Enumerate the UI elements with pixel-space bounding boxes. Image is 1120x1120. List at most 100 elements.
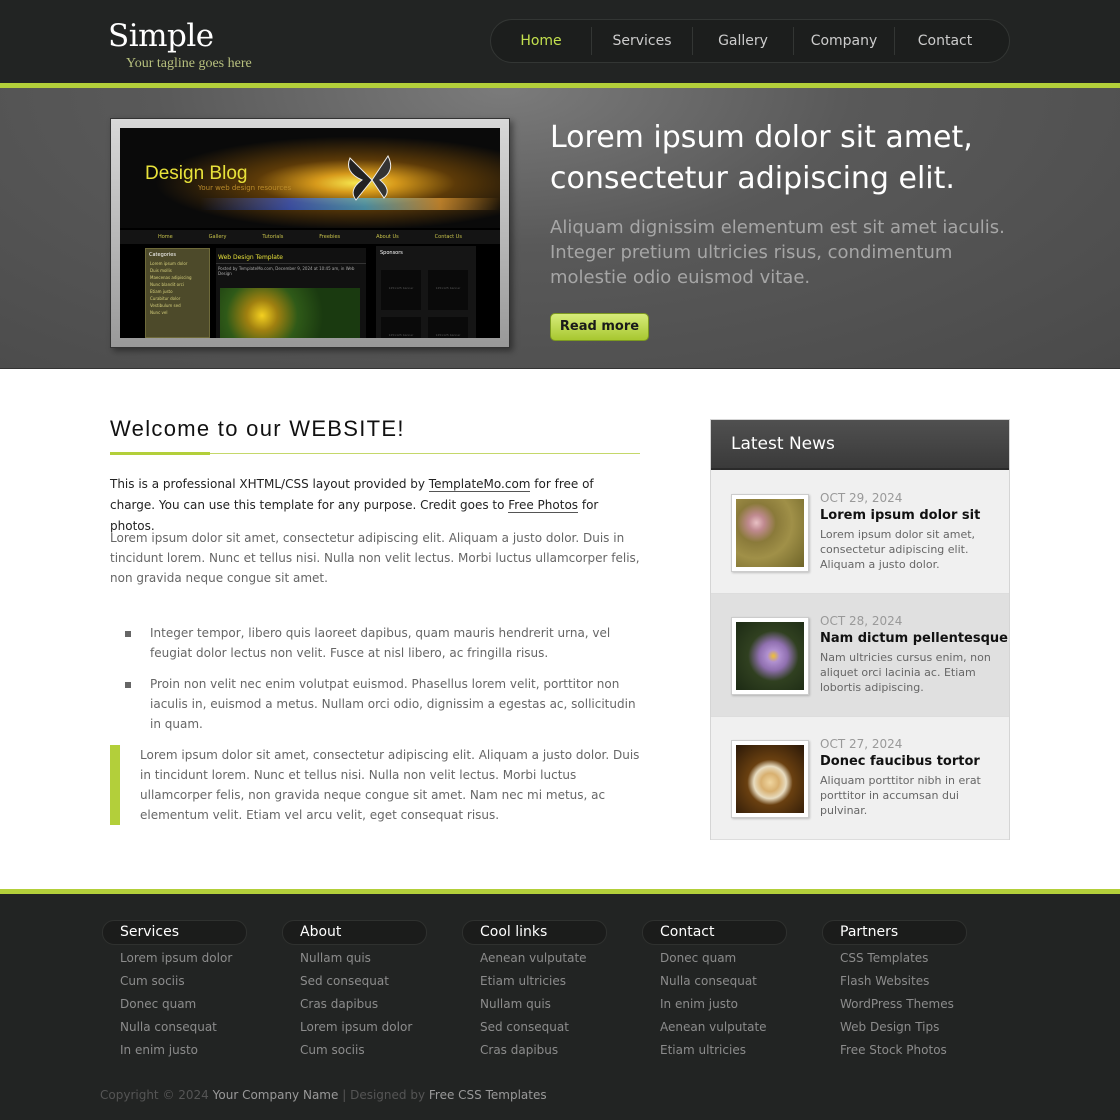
- copyright: Copyright © 2024 Your Company Name | Des…: [100, 1088, 547, 1102]
- footer-link[interactable]: Nulla consequat: [642, 974, 792, 991]
- hero-text: Aliquam dignissim elementum est sit amet…: [550, 217, 1005, 288]
- read-more-button[interactable]: Read more: [550, 313, 649, 341]
- footer-link[interactable]: Aenean vulputate: [642, 1020, 792, 1037]
- footer-link[interactable]: Sed consequat: [462, 1020, 612, 1037]
- title-underline-accent: [110, 452, 210, 455]
- preview-blog-subtitle: Your web design resources: [198, 184, 292, 192]
- blockquote-bar: [110, 745, 120, 825]
- footer-link[interactable]: Donec quam: [642, 951, 792, 968]
- nav-contact[interactable]: Contact: [895, 33, 995, 49]
- news-thumbnail[interactable]: [731, 740, 809, 818]
- preview-sponsor-box: 125x125 banner: [381, 270, 421, 310]
- hero-preview-frame: Design Blog Your web design resources Ho…: [110, 118, 510, 348]
- company-link[interactable]: Your Company Name: [213, 1088, 339, 1102]
- footer-link[interactable]: Cum sociis: [102, 974, 252, 991]
- footer-link[interactable]: Flash Websites: [822, 974, 972, 991]
- footer-column-cool-links: Cool links Aenean vulputate Etiam ultric…: [462, 920, 612, 1060]
- bullet-icon: [125, 682, 131, 688]
- footer-link[interactable]: In enim justo: [642, 997, 792, 1014]
- copyright-text: Copyright © 2024: [100, 1088, 209, 1102]
- footer-link[interactable]: Etiam ultricies: [642, 1043, 792, 1060]
- preview-post: Web Design Template Posted by TemplateMo…: [216, 248, 366, 338]
- news-date: OCT 29, 2024: [820, 491, 903, 505]
- preview-nav-item: Freebies: [319, 234, 341, 240]
- coffee-image: [736, 745, 804, 813]
- nav-company[interactable]: Company: [794, 33, 894, 49]
- footer-link[interactable]: WordPress Themes: [822, 997, 972, 1014]
- nav-home[interactable]: Home: [491, 33, 591, 49]
- footer-link[interactable]: Sed consequat: [282, 974, 432, 991]
- preview-category: Vestibulum sed: [150, 303, 181, 308]
- preview-category: Duis mollis: [150, 268, 172, 273]
- preview-post-image: [220, 288, 360, 338]
- preview-blog-title: Design Blog: [145, 163, 248, 184]
- list-item: Integer tempor, libero quis laoreet dapi…: [150, 626, 611, 660]
- hero-heading: Lorem ipsum dolor sit amet, consectetur …: [550, 120, 973, 196]
- news-title[interactable]: Lorem ipsum dolor sit: [820, 508, 980, 523]
- news-excerpt: Aliquam porttitor nibh in erat porttitor…: [820, 774, 981, 817]
- preview-category: Lorem ipsum dolor: [150, 261, 188, 266]
- footer-link[interactable]: Nullam quis: [282, 951, 432, 968]
- preview-sponsor-box: 125x125 banner: [381, 317, 421, 338]
- preview-nav-item: Contact Us: [434, 234, 462, 240]
- preview-sponsor-box: 125x125 banner: [428, 270, 468, 310]
- preview-categories-title: Categories: [149, 252, 176, 258]
- butterfly-icon: [348, 155, 392, 201]
- intro-text: This is a professional XHTML/CSS layout …: [110, 477, 429, 491]
- preview-category: Etiam justo: [150, 289, 173, 294]
- preview-nav-item: Gallery: [208, 234, 227, 240]
- latest-news-title: Latest News: [711, 420, 1009, 470]
- news-title[interactable]: Nam dictum pellentesque: [820, 631, 1008, 646]
- body-paragraph: Lorem ipsum dolor sit amet, consectetur …: [110, 531, 640, 585]
- news-title[interactable]: Donec faucibus tortor: [820, 754, 980, 769]
- footer-link[interactable]: Cum sociis: [282, 1043, 432, 1060]
- footer-link[interactable]: Cras dapibus: [462, 1043, 612, 1060]
- footer-column-title: Cool links: [462, 920, 607, 945]
- footer-column-title: About: [282, 920, 427, 945]
- footer-link[interactable]: Free Stock Photos: [822, 1043, 972, 1060]
- preview-sponsor-box: 125x125 banner: [428, 317, 468, 338]
- footer-link[interactable]: Nulla consequat: [102, 1020, 252, 1037]
- free-photos-link[interactable]: Free Photos: [508, 498, 579, 513]
- news-date: OCT 28, 2024: [820, 614, 903, 628]
- designer-link[interactable]: Free CSS Templates: [429, 1088, 547, 1102]
- news-item[interactable]: OCT 27, 2024 Donec faucibus tortor Aliqu…: [711, 717, 1009, 840]
- designed-by-text: | Designed by: [342, 1088, 426, 1102]
- nav-services[interactable]: Services: [592, 33, 692, 49]
- footer-column-partners: Partners CSS Templates Flash Websites Wo…: [822, 920, 972, 1060]
- footer-link[interactable]: Lorem ipsum dolor: [282, 1020, 432, 1037]
- preview-nav-item: Home: [157, 234, 173, 240]
- nav-gallery[interactable]: Gallery: [693, 33, 793, 49]
- news-excerpt: Nam ultricies cursus enim, non aliquet o…: [820, 651, 991, 694]
- news-item[interactable]: OCT 28, 2024 Nam dictum pellentesque Nam…: [711, 594, 1009, 717]
- footer-link[interactable]: Cras dapibus: [282, 997, 432, 1014]
- preview-post-title: Web Design Template: [216, 248, 366, 264]
- footer-link[interactable]: Lorem ipsum dolor: [102, 951, 252, 968]
- footer-column-title: Services: [102, 920, 247, 945]
- preview-category: Curabitur dolor: [150, 296, 181, 301]
- news-thumbnail[interactable]: [731, 494, 809, 572]
- logo-tagline: Your tagline goes here: [126, 56, 252, 71]
- preview-category: Maecenas adipiscing: [150, 275, 192, 280]
- preview-post-meta: Posted by TemplateMo.com, December 9, 20…: [218, 266, 355, 276]
- footer-link[interactable]: In enim justo: [102, 1043, 252, 1060]
- news-date: OCT 27, 2024: [820, 737, 903, 751]
- news-thumbnail[interactable]: [731, 617, 809, 695]
- footer-column-services: Services Lorem ipsum dolor Cum sociis Do…: [102, 920, 252, 1060]
- news-item[interactable]: OCT 29, 2024 Lorem ipsum dolor sit Lorem…: [711, 471, 1009, 594]
- footer-link[interactable]: Web Design Tips: [822, 1020, 972, 1037]
- logo-title[interactable]: Simple: [108, 18, 214, 54]
- footer-column-about: About Nullam quis Sed consequat Cras dap…: [282, 920, 432, 1060]
- footer-link[interactable]: Nullam quis: [462, 997, 612, 1014]
- footer-link[interactable]: Etiam ultricies: [462, 974, 612, 991]
- preview-category: Nunc vel: [150, 310, 168, 315]
- footer-link[interactable]: Aenean vulputate: [462, 951, 612, 968]
- hero-preview-image: Design Blog Your web design resources Ho…: [120, 128, 500, 338]
- preview-sponsors-title: Sponsors: [380, 250, 403, 256]
- site-header: Simple Your tagline goes here Home Servi…: [0, 0, 1120, 83]
- main-nav: Home Services Gallery Company Contact: [490, 19, 1010, 63]
- footer-link[interactable]: CSS Templates: [822, 951, 972, 968]
- footer-link[interactable]: Donec quam: [102, 997, 252, 1014]
- preview-nav-item: Tutorials: [262, 234, 284, 240]
- templatemo-link[interactable]: TemplateMo.com: [428, 477, 531, 492]
